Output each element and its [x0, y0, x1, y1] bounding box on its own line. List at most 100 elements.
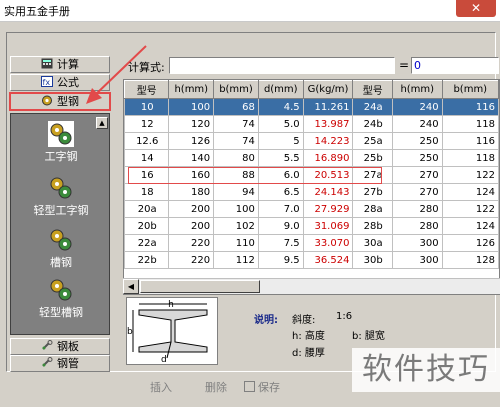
table-cell[interactable]: 118 — [441, 115, 499, 133]
table-cell[interactable]: 280 — [391, 200, 443, 218]
list-item-channel[interactable]: 槽钢 — [11, 228, 111, 270]
table-cell[interactable]: 250 — [391, 149, 443, 167]
table-cell[interactable]: 27b — [352, 183, 393, 201]
table-cell[interactable]: 110 — [213, 234, 259, 252]
table-cell[interactable]: 33.070 — [302, 234, 354, 252]
table-cell[interactable]: 200 — [168, 217, 215, 235]
table-cell[interactable]: 25b — [352, 149, 393, 167]
table-cell[interactable]: 30b — [352, 251, 393, 269]
table-cell[interactable]: 16.890 — [302, 149, 354, 167]
table-cell[interactable]: 9.0 — [257, 217, 304, 235]
table-cell[interactable]: 220 — [168, 251, 215, 269]
table-cell[interactable]: 122 — [441, 166, 499, 184]
table-row[interactable]: 18 180 94 6.5 24.143 27b 270 124 — [124, 183, 499, 201]
table-cell[interactable]: 5.5 — [257, 149, 304, 167]
table-cell[interactable]: 200 — [168, 200, 215, 218]
table-cell[interactable]: 280 — [391, 217, 443, 235]
close-button[interactable]: ✕ — [456, 0, 496, 17]
table-cell[interactable]: 5.0 — [257, 115, 304, 133]
table-cell[interactable]: 180 — [168, 183, 215, 201]
table-cell[interactable]: 80 — [213, 149, 259, 167]
table-cell[interactable]: 270 — [391, 183, 443, 201]
table-row[interactable]: 12.6 126 74 5 14.223 25a 250 116 — [124, 132, 499, 150]
table-cell[interactable]: 88 — [213, 166, 259, 184]
table-cell[interactable]: 74 — [213, 115, 259, 133]
table-row[interactable]: 22b 220 112 9.5 36.524 30b 300 128 — [124, 251, 499, 269]
table-cell[interactable]: 240 — [391, 115, 443, 133]
table-cell[interactable]: 250 — [391, 132, 443, 150]
list-item-light-channel[interactable]: 轻型槽钢 — [11, 278, 111, 320]
table-row[interactable]: 20a 200 100 7.0 27.929 28a 280 122 — [124, 200, 499, 218]
table-cell[interactable]: 14.223 — [302, 132, 354, 150]
list-item-light-i-beam[interactable]: 轻型工字钢 — [11, 176, 111, 218]
table-cell[interactable]: 12.6 — [124, 132, 170, 150]
table-cell[interactable]: 16 — [124, 166, 170, 184]
table-cell[interactable]: 28b — [352, 217, 393, 235]
table-cell[interactable]: 22b — [124, 251, 170, 269]
column-header[interactable]: b(mm) — [441, 80, 499, 99]
column-header[interactable]: 型号 — [124, 80, 170, 99]
table-cell[interactable]: 31.069 — [302, 217, 354, 235]
table-cell[interactable]: 18 — [124, 183, 170, 201]
save-button[interactable]: 保存 — [244, 379, 280, 395]
table-cell[interactable]: 270 — [391, 166, 443, 184]
table-row[interactable]: 16 160 88 6.0 20.513 27a 270 122 — [124, 166, 499, 184]
scroll-left-button[interactable]: ◀ — [123, 279, 139, 294]
column-header[interactable]: h(mm) — [168, 80, 215, 99]
table-cell[interactable]: 12 — [124, 115, 170, 133]
table-cell[interactable]: 22a — [124, 234, 170, 252]
table-cell[interactable]: 126 — [441, 234, 499, 252]
tab-steel-plate[interactable]: 钢板 — [10, 338, 110, 355]
table-cell[interactable]: 9.5 — [257, 251, 304, 269]
table-cell[interactable]: 120 — [168, 115, 215, 133]
table-cell[interactable]: 7.5 — [257, 234, 304, 252]
table-cell[interactable]: 5 — [257, 132, 304, 150]
table-row[interactable]: 14 140 80 5.5 16.890 25b 250 118 — [124, 149, 499, 167]
table-row[interactable]: 12 120 74 5.0 13.987 24b 240 118 — [124, 115, 499, 133]
table-cell[interactable]: 28a — [352, 200, 393, 218]
table-cell[interactable]: 140 — [168, 149, 215, 167]
table-cell[interactable]: 25a — [352, 132, 393, 150]
table-cell[interactable]: 102 — [213, 217, 259, 235]
table-cell[interactable]: 300 — [391, 251, 443, 269]
calc-result-field[interactable]: 0 — [411, 57, 499, 74]
table-cell[interactable]: 112 — [213, 251, 259, 269]
table-cell[interactable]: 100 — [213, 200, 259, 218]
table-cell[interactable]: 126 — [168, 132, 215, 150]
table-cell[interactable]: 4.5 — [257, 98, 304, 116]
table-cell[interactable]: 13.987 — [302, 115, 354, 133]
scroll-thumb[interactable] — [140, 280, 260, 293]
table-cell[interactable]: 20a — [124, 200, 170, 218]
table-cell[interactable]: 24b — [352, 115, 393, 133]
table-cell[interactable]: 6.5 — [257, 183, 304, 201]
table-cell[interactable]: 10 — [124, 98, 170, 116]
column-header[interactable]: G(kg/m) — [302, 80, 354, 99]
table-cell[interactable]: 74 — [213, 132, 259, 150]
column-header[interactable]: b(mm) — [213, 80, 259, 99]
table-cell[interactable]: 6.0 — [257, 166, 304, 184]
table-cell[interactable]: 116 — [441, 98, 499, 116]
table-cell[interactable]: 24.143 — [302, 183, 354, 201]
table-cell[interactable]: 300 — [391, 234, 443, 252]
calc-expression-input[interactable] — [169, 57, 395, 74]
table-cell[interactable]: 24a — [352, 98, 393, 116]
table-cell[interactable]: 7.0 — [257, 200, 304, 218]
table-cell[interactable]: 124 — [441, 183, 499, 201]
table-cell[interactable]: 124 — [441, 217, 499, 235]
table-row[interactable]: 10 100 68 4.5 11.261 24a 240 116 — [124, 98, 499, 116]
table-cell[interactable]: 118 — [441, 149, 499, 167]
column-header[interactable]: 型号 — [352, 80, 393, 99]
delete-button[interactable]: 删除 — [205, 379, 227, 395]
table-cell[interactable]: 220 — [168, 234, 215, 252]
table-cell[interactable]: 27.929 — [302, 200, 354, 218]
table-cell[interactable]: 36.524 — [302, 251, 354, 269]
table-cell[interactable]: 14 — [124, 149, 170, 167]
horizontal-scrollbar[interactable]: ◀ — [123, 278, 500, 294]
table-cell[interactable]: 11.261 — [302, 98, 354, 116]
table-cell[interactable]: 160 — [168, 166, 215, 184]
table-cell[interactable]: 240 — [391, 98, 443, 116]
insert-button[interactable]: 插入 — [150, 379, 172, 395]
table-cell[interactable]: 116 — [441, 132, 499, 150]
column-header[interactable]: d(mm) — [257, 80, 304, 99]
table-cell[interactable]: 122 — [441, 200, 499, 218]
